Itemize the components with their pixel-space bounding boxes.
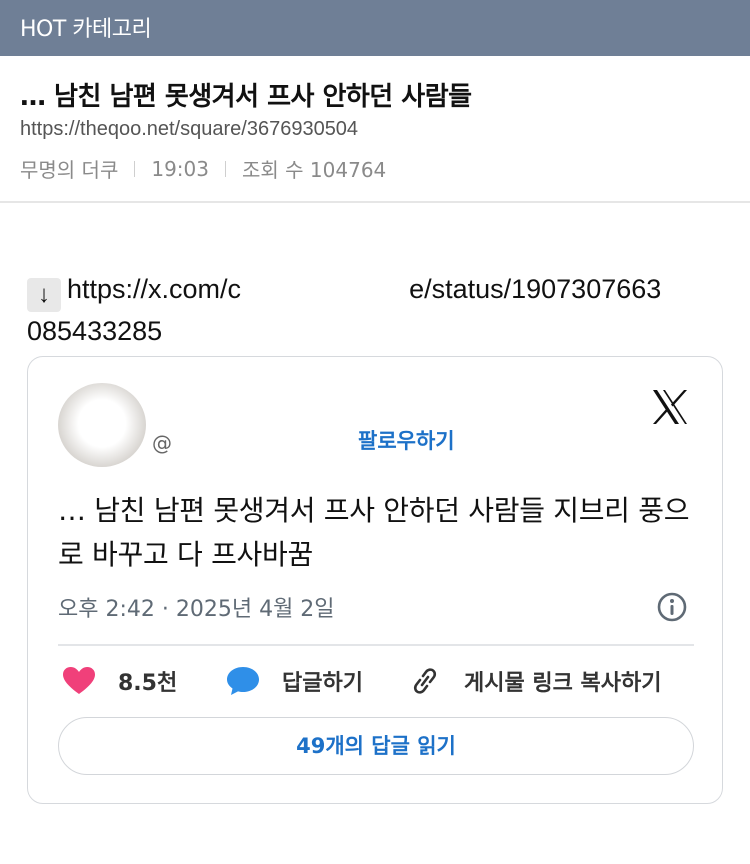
- reply-label: 답글하기: [282, 671, 363, 696]
- link-icon: [413, 668, 437, 694]
- post-meta: 무명의 더쿠 19:03 조회 수 104764: [20, 154, 386, 183]
- embedded-tweet-card: @ 팔로우하기 … 남친 남편 못생겨서 프사 안하던 사람들 지브리 풍으로 …: [27, 356, 723, 804]
- down-arrow-icon: ↓: [27, 278, 61, 312]
- post-title: … 남친 남편 못생겨서 프사 안하던 사람들: [20, 82, 472, 112]
- avatar[interactable]: [58, 383, 146, 467]
- x-logo-icon[interactable]: [650, 387, 690, 427]
- author-name: 무명의 더쿠: [20, 158, 119, 182]
- tweet-text: … 남친 남편 못생겨서 프사 안하던 사람들 지브리 풍으로 바꾸고 다 프사…: [58, 494, 690, 571]
- header-divider: [0, 201, 750, 203]
- copy-link-label: 게시물 링크 복사하기: [464, 671, 662, 696]
- copy-link-button[interactable]: 게시물 링크 복사하기: [408, 665, 661, 697]
- category-title[interactable]: HOT 카테고리: [20, 11, 152, 43]
- tweet-timestamp[interactable]: 오후 2:42 · 2025년 4월 2일: [58, 591, 335, 623]
- tweet-handle[interactable]: @: [152, 431, 172, 455]
- like-count: 8.5천: [118, 671, 178, 696]
- redacted-mask: [241, 272, 410, 302]
- meta-separator: [134, 160, 136, 177]
- post-time: 19:03: [151, 156, 209, 181]
- post-url[interactable]: https://theqoo.net/square/3676930504: [20, 118, 358, 141]
- like-button[interactable]: 8.5천: [62, 665, 177, 697]
- card-divider: [58, 644, 694, 646]
- speech-bubble-icon: [227, 667, 259, 695]
- meta-separator: [225, 160, 226, 177]
- heart-icon: [63, 667, 95, 694]
- info-icon[interactable]: [656, 591, 688, 623]
- top-bar: HOT 카테고리: [0, 0, 750, 56]
- tweet-link-continued[interactable]: 085433285: [27, 316, 162, 347]
- reply-button[interactable]: 답글하기: [226, 665, 363, 697]
- read-replies-button[interactable]: 49개의 답글 읽기: [58, 717, 694, 775]
- tweet-link-prefix[interactable]: https://x.com/c: [67, 274, 241, 304]
- view-count: 조회 수 104764: [242, 158, 387, 182]
- tweet-link[interactable]: ↓ https://x.com/c e/status/1907307663: [27, 272, 661, 312]
- tweet-link-suffix[interactable]: e/status/1907307663: [409, 274, 661, 304]
- follow-button[interactable]: 팔로우하기: [358, 425, 455, 455]
